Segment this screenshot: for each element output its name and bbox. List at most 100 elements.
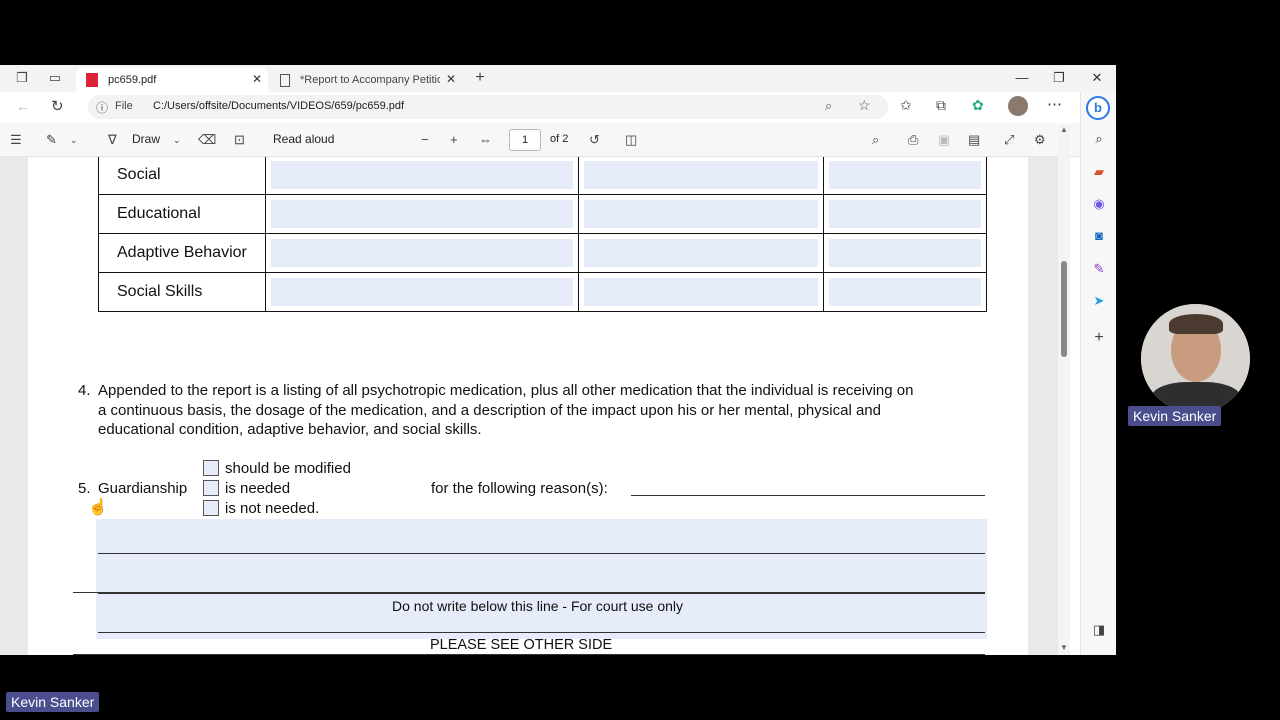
draw-icon[interactable]: ∇ [108, 132, 117, 148]
guardianship-label: Guardianship [98, 480, 188, 497]
fit-page-icon[interactable]: ⇔ [479, 132, 492, 147]
back-icon[interactable]: ← [16, 98, 30, 114]
pdf-toolbar: ☰ ✎ ⌄ ∇ Draw ⌄ ⌫ ⊡ Read aloud − + ⇔ 1 of… [0, 123, 1080, 157]
read-aloud-button[interactable]: Read aloud [273, 132, 334, 146]
bing-chat-icon[interactable]: b [1086, 96, 1110, 120]
table-row: Educational [98, 194, 987, 234]
sidebar-toggle-icon[interactable]: ◨ [1088, 620, 1110, 640]
form-field[interactable] [578, 157, 824, 195]
document-icon [280, 73, 290, 87]
settings-gear-icon[interactable]: ⚙ [1034, 132, 1046, 148]
text-box-icon[interactable]: ⊡ [234, 132, 245, 148]
checkbox-is-not-needed[interactable] [203, 500, 219, 516]
page-total: of 2 [550, 133, 569, 145]
form-field[interactable] [265, 233, 579, 273]
tab-pc659[interactable]: pc659.pdf ✕ [76, 68, 268, 92]
option-label: is needed [225, 480, 291, 497]
print-icon[interactable]: ⎙ [908, 132, 918, 148]
office-icon[interactable]: ◉ [1088, 194, 1110, 214]
item-5-number: 5. [78, 480, 91, 497]
see-other-side: PLEASE SEE OTHER SIDE [430, 637, 613, 653]
add-icon[interactable]: + [1088, 328, 1110, 348]
court-use-notice: Do not write below this line - For court… [392, 598, 684, 614]
close-window-icon[interactable]: ✕ [1089, 70, 1105, 86]
checkbox-is-needed[interactable] [203, 480, 219, 496]
collections-icon[interactable]: ⧉ [936, 97, 946, 114]
form-field[interactable] [823, 157, 987, 195]
zoom-in-icon[interactable]: + [450, 132, 458, 147]
url-text[interactable]: C:/Users/offsite/Documents/VIDEOS/659/pc… [153, 100, 404, 112]
form-field[interactable] [265, 157, 579, 195]
zoom-out-icon[interactable]: − [421, 132, 429, 147]
address-bar: ← ↻ ⓘ File C:/Users/offsite/Documents/VI… [0, 92, 1080, 123]
form-field[interactable] [265, 272, 579, 312]
highlight-icon[interactable]: ✎ [46, 132, 57, 148]
assessment-table: Social Educational Adaptive Behavior Soc… [98, 157, 987, 312]
form-field[interactable] [265, 194, 579, 234]
search-icon[interactable]: ⌕ [872, 132, 879, 148]
reason-textarea[interactable] [96, 519, 987, 639]
minimize-icon[interactable]: — [1014, 70, 1030, 85]
fullscreen-icon[interactable]: ⤢ [1004, 132, 1014, 148]
tab-report[interactable]: *Report to Accompany Petition t ✕ [272, 68, 462, 92]
table-row: Adaptive Behavior [98, 233, 987, 273]
more-icon[interactable]: ⋯ [1047, 95, 1062, 113]
divider [73, 654, 985, 655]
search-icon[interactable]: ⌕ [1088, 129, 1110, 149]
pdf-viewport[interactable]: Social Educational Adaptive Behavior Soc… [0, 157, 1060, 655]
save-icon[interactable]: ▣ [938, 132, 950, 148]
scrollbar-thumb[interactable] [1061, 261, 1067, 357]
scrollbar[interactable]: ▲ ▼ [1058, 125, 1070, 655]
send-icon[interactable]: ➤ [1088, 291, 1110, 311]
settings-gear-icon[interactable]: ⚙ [1088, 652, 1110, 655]
table-row: Social Skills [98, 272, 987, 312]
rotate-icon[interactable]: ↺ [589, 132, 600, 148]
participant-video [1141, 304, 1250, 413]
checkbox-should-be-modified[interactable] [203, 460, 219, 476]
form-field[interactable] [823, 233, 987, 273]
reason-label: for the following reason(s): [431, 480, 608, 497]
close-icon[interactable]: ✕ [446, 72, 456, 86]
new-tab-icon[interactable]: + [472, 70, 488, 86]
item-4-number: 4. [78, 382, 91, 399]
url-box[interactable]: ⓘ File C:/Users/offsite/Documents/VIDEOS… [88, 95, 888, 119]
page-number-input[interactable]: 1 [509, 129, 541, 151]
workspaces-icon[interactable]: ❐ [14, 70, 30, 86]
favorites-icon[interactable]: ✩ [900, 97, 912, 114]
ruled-line [98, 593, 985, 594]
tab-bar: ❐ ▭ pc659.pdf ✕ *Report to Accompany Pet… [0, 65, 1116, 92]
form-field[interactable] [578, 194, 824, 234]
row-label: Social [98, 157, 266, 195]
eraser-icon[interactable]: ⌫ [198, 132, 216, 148]
row-label: Social Skills [98, 272, 266, 312]
participant-name-bottom: Kevin Sanker [6, 692, 100, 712]
form-field[interactable] [823, 194, 987, 234]
refresh-icon[interactable]: ↻ [51, 97, 64, 115]
tab-title: pc659.pdf [108, 74, 157, 86]
reason-line [631, 495, 985, 496]
extensions-icon[interactable]: ✿ [972, 97, 984, 114]
zoom-icon[interactable]: ⌕ [825, 98, 832, 114]
designer-icon[interactable]: ✎ [1088, 259, 1110, 279]
chevron-down-icon[interactable]: ⌄ [173, 135, 181, 146]
participant-name-tile: Kevin Sanker [1128, 406, 1222, 426]
pdf-icon [86, 73, 98, 87]
form-field[interactable] [823, 272, 987, 312]
profile-avatar[interactable] [1008, 96, 1028, 116]
form-field[interactable] [578, 233, 824, 273]
edge-sidebar: b ⌕ ▰ ◉ ◙ ✎ ➤ + ◨ ⚙ [1080, 92, 1116, 655]
tools-icon[interactable]: ▰ [1088, 162, 1110, 182]
chevron-down-icon[interactable]: ⌄ [70, 135, 78, 146]
text-line: educational condition, adaptive behavior… [98, 421, 482, 438]
draw-label[interactable]: Draw [132, 132, 160, 146]
restore-icon[interactable]: ❐ [1051, 70, 1067, 86]
save-as-icon[interactable]: ▤ [968, 132, 980, 148]
contents-icon[interactable]: ☰ [10, 132, 22, 148]
close-icon[interactable]: ✕ [252, 72, 262, 86]
page-view-icon[interactable]: ◫ [625, 132, 637, 148]
outlook-icon[interactable]: ◙ [1088, 226, 1110, 246]
favorite-star-icon[interactable]: ☆ [858, 97, 871, 114]
tab-actions-icon[interactable]: ▭ [47, 70, 63, 86]
info-icon[interactable]: ⓘ [96, 99, 108, 116]
form-field[interactable] [578, 272, 824, 312]
